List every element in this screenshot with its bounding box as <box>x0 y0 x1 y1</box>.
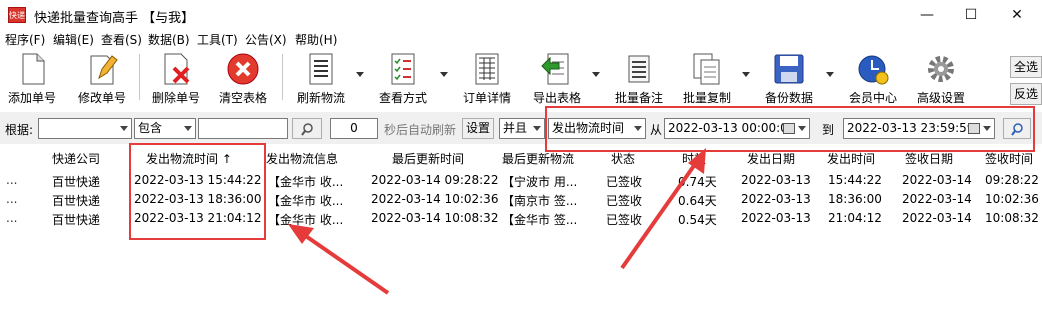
arrow-to-dispatch-info <box>288 224 390 295</box>
annotation-arrows <box>288 148 706 295</box>
app-window: 快递 快递批量查询高手 【与我】 — ☐ ✕ 程序(F) 编辑(E) 查看(S)… <box>0 0 1042 319</box>
arrow-to-time-filter <box>620 148 706 270</box>
